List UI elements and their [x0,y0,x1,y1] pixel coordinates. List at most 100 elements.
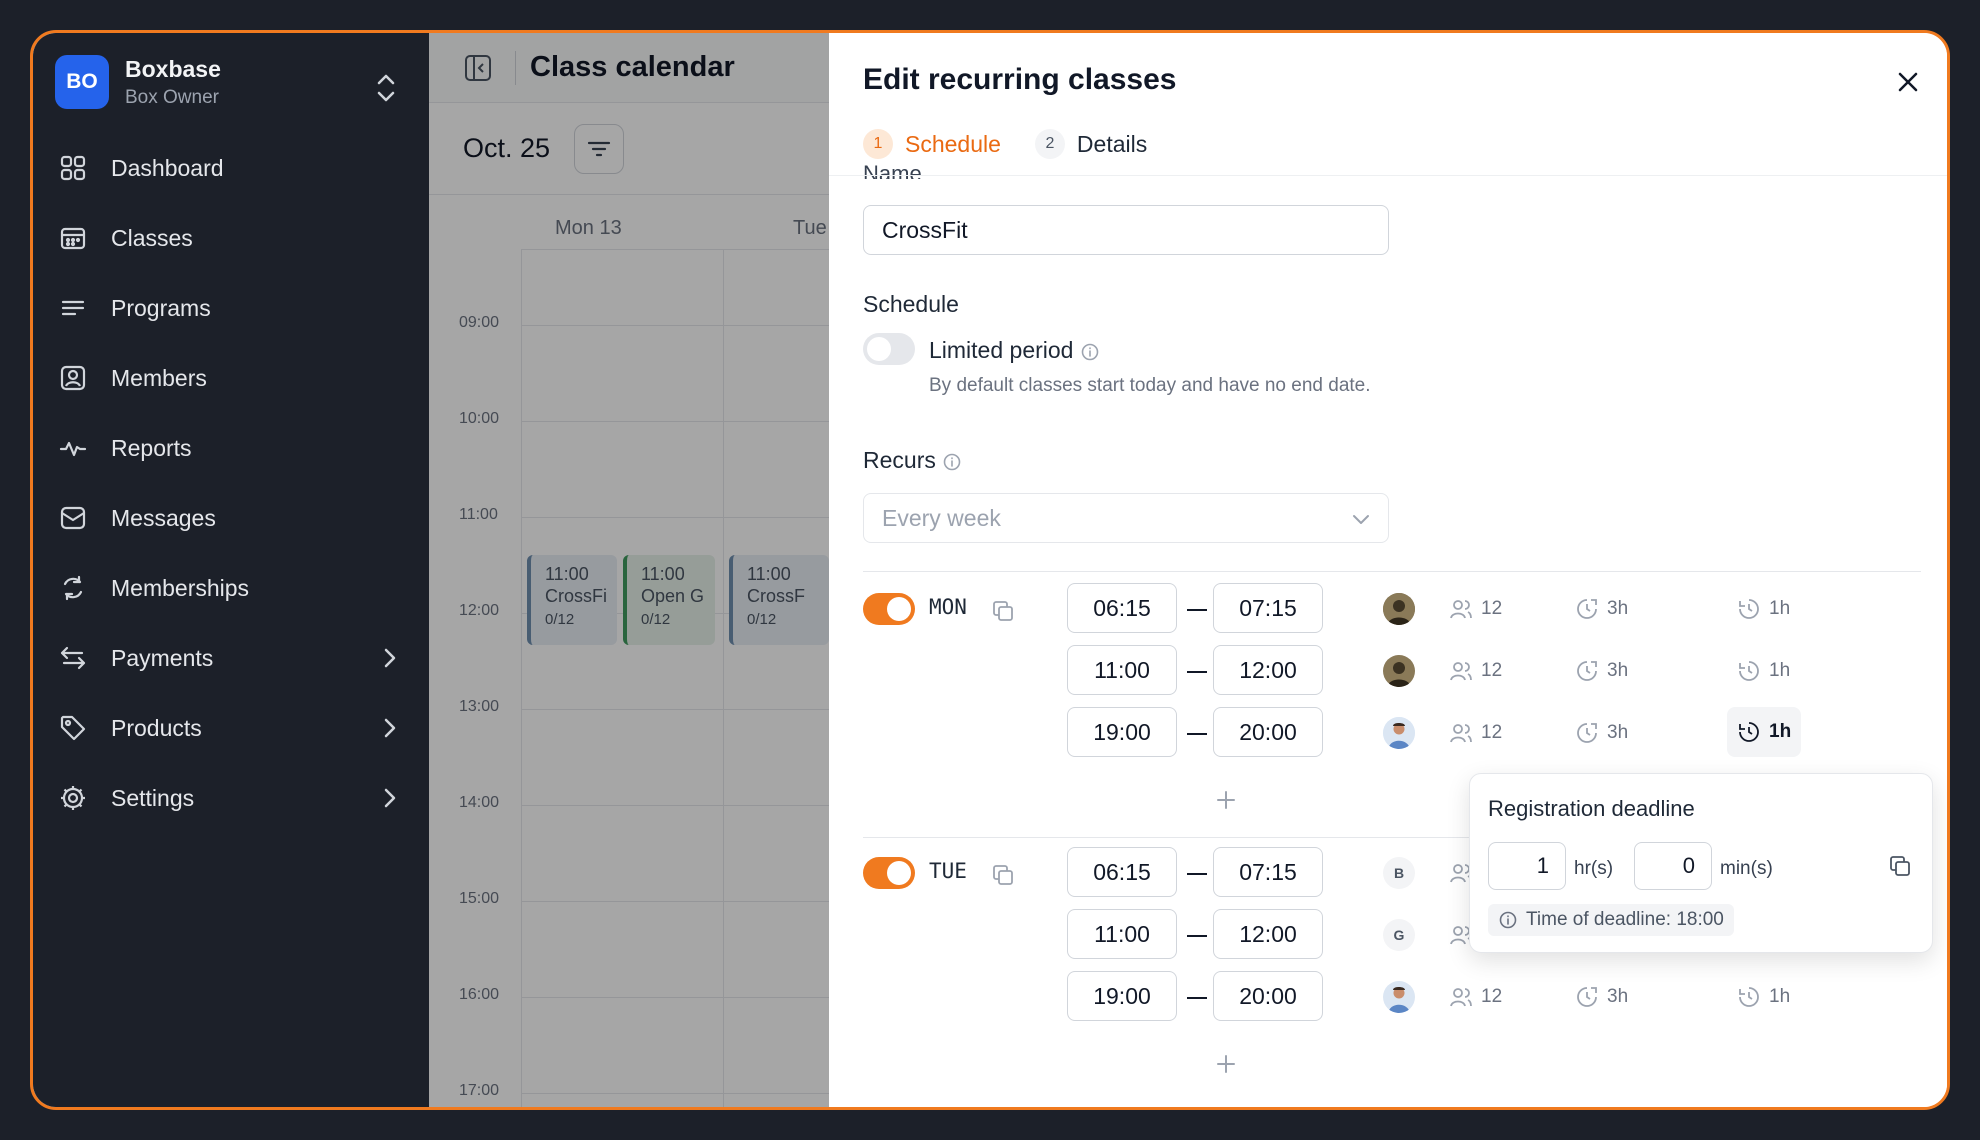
mail-icon [57,502,89,534]
chevron-right-icon [384,648,396,668]
main-nav: Dashboard Classes Programs Members Repor… [53,133,413,833]
list-icon [57,292,89,324]
capacity-text: 12 [1481,660,1503,681]
popover-title: Registration deadline [1488,796,1695,821]
end-time-input[interactable]: 20:00 [1213,707,1323,757]
coach-avatar[interactable]: G [1383,919,1415,951]
nav-item-programs[interactable]: Programs [53,273,413,343]
end-time-input[interactable]: 07:15 [1213,583,1323,633]
clock-deadline-icon [1739,722,1759,742]
chevron-right-icon [384,788,396,808]
users-icon [1450,988,1472,1007]
chevron-right-icon [384,718,396,738]
start-time-input[interactable]: 11:00 [1067,645,1177,695]
activity-icon [57,432,89,464]
recurs-text: Recurs [863,447,936,473]
nav-item-settings[interactable]: Settings [53,763,413,833]
recurs-value: Every week [882,504,1001,531]
step-schedule[interactable]: 1 Schedule [863,129,1001,159]
nav-item-dashboard[interactable]: Dashboard [53,133,413,203]
gear-icon [57,782,89,814]
capacity-value[interactable]: 12 [1449,721,1502,745]
nav-item-messages[interactable]: Messages [53,483,413,553]
nav-label: Dashboard [111,154,224,181]
clock-back-icon [1577,661,1597,681]
org-switcher[interactable]: BO Boxbase Box Owner [55,55,221,109]
registration-deadline[interactable]: 1h [1737,659,1790,683]
registration-deadline-active[interactable]: 1h [1727,707,1802,757]
nav-item-products[interactable]: Products [53,693,413,763]
add-slot-icon[interactable] [1215,789,1237,811]
clock-deadline-icon [1739,599,1759,619]
app-window: BO Boxbase Box Owner Dashboard Classes P… [30,30,1950,1110]
clock-deadline-icon [1739,987,1759,1007]
limited-period-toggle[interactable] [863,333,915,365]
coach-avatar[interactable]: B [1383,857,1415,889]
nav-label: Programs [111,294,211,321]
start-time-input[interactable]: 19:00 [1067,707,1177,757]
hours-unit: hr(s) [1574,858,1614,879]
capacity-value[interactable]: 12 [1449,597,1502,621]
nav-item-payments[interactable]: Payments [53,623,413,693]
step-number: 1 [863,129,893,159]
booking-window[interactable]: 3h [1575,985,1628,1009]
booking-window[interactable]: 3h [1575,659,1628,683]
coach-avatar[interactable] [1383,717,1415,749]
capacity-value[interactable]: 12 [1449,985,1502,1009]
capacity-value[interactable]: 12 [1449,659,1502,683]
start-time-input[interactable]: 11:00 [1067,909,1177,959]
start-time-input[interactable]: 06:15 [1067,583,1177,633]
step-details[interactable]: 2 Details [1034,129,1147,159]
close-icon[interactable] [1893,67,1923,97]
clock-back-icon [1577,599,1597,619]
mon-toggle[interactable] [863,593,915,625]
step-number: 2 [1034,129,1065,159]
add-slot-icon[interactable] [1215,1053,1237,1075]
day-label-tue: TUE [929,859,967,883]
chevron-up-down-icon[interactable] [373,71,399,105]
start-time-input[interactable]: 19:00 [1067,971,1177,1021]
nav-item-members[interactable]: Members [53,343,413,413]
deadline-hours-input[interactable]: 1 [1488,842,1566,890]
booking-window[interactable]: 3h [1575,721,1628,745]
nav-item-reports[interactable]: Reports [53,413,413,483]
end-time-input[interactable]: 12:00 [1213,645,1323,695]
nav-label: Settings [111,784,195,811]
deadline-minutes-input[interactable]: 0 [1634,842,1712,890]
recurs-select[interactable]: Every week [863,493,1389,543]
capacity-text: 12 [1481,986,1503,1007]
nav-item-memberships[interactable]: Memberships [53,553,413,623]
copy-icon[interactable] [1888,854,1912,878]
deadline-note-text: Time of deadline: 18:00 [1526,909,1724,930]
copy-icon[interactable] [991,599,1015,623]
nav-item-classes[interactable]: Classes [53,203,413,273]
info-icon [1081,343,1099,361]
end-time-input[interactable]: 20:00 [1213,971,1323,1021]
registration-deadline-popover: Registration deadline 1 hr(s) 0 min(s) T… [1469,773,1933,953]
booking-window-text: 3h [1607,598,1629,619]
nav-label: Payments [111,644,214,671]
step-label: Schedule [905,130,1001,157]
nav-label: Messages [111,504,216,531]
booking-window[interactable]: 3h [1575,597,1628,621]
copy-icon[interactable] [991,863,1015,887]
name-input[interactable]: CrossFit [863,205,1389,255]
registration-deadline[interactable]: 1h [1737,985,1790,1009]
coach-avatar[interactable] [1383,593,1415,625]
nav-label: Products [111,714,202,741]
capacity-text: 12 [1481,722,1503,743]
limited-period-text: Limited period [929,337,1074,363]
end-time-input[interactable]: 12:00 [1213,909,1323,959]
coach-avatar[interactable] [1383,655,1415,687]
modal-backdrop[interactable] [429,33,829,1107]
users-icon [1450,662,1472,681]
end-time-input[interactable]: 07:15 [1213,847,1323,897]
sidebar: BO Boxbase Box Owner Dashboard Classes P… [33,33,429,1107]
drawer-title: Edit recurring classes [863,63,1177,96]
coach-avatar[interactable] [1383,981,1415,1013]
tue-toggle[interactable] [863,857,915,889]
transfer-icon [57,642,89,674]
start-time-input[interactable]: 06:15 [1067,847,1177,897]
registration-deadline[interactable]: 1h [1737,597,1790,621]
deadline-time-note: Time of deadline: 18:00 [1488,904,1734,936]
